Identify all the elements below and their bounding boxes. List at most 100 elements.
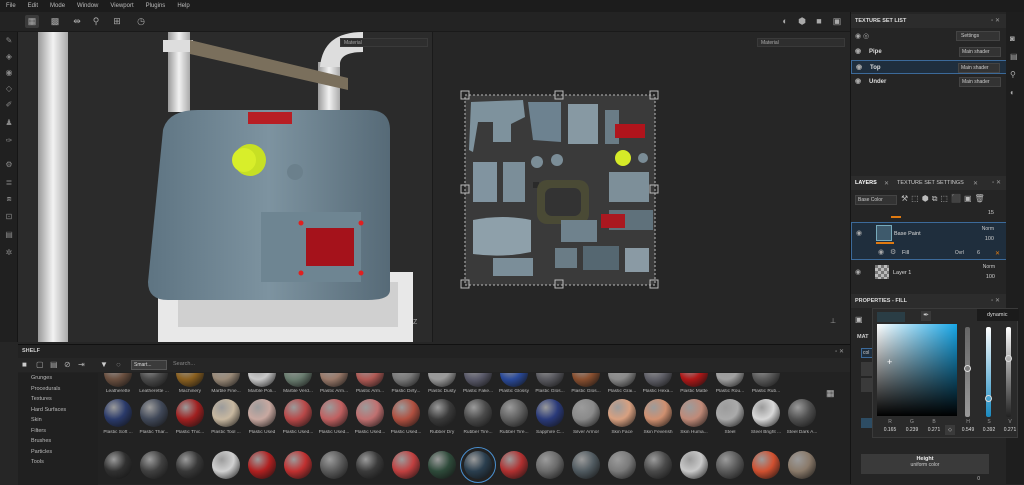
menu-mode[interactable]: Mode <box>50 3 65 9</box>
brush-icon[interactable]: ✎ <box>4 36 14 46</box>
eye-icon[interactable]: ◉ <box>855 268 861 276</box>
material-thumbnail[interactable] <box>356 451 384 479</box>
effect-opacity[interactable]: 6 <box>977 250 980 256</box>
material-thumbnail[interactable] <box>356 373 384 387</box>
eye-icon[interactable]: ◉ <box>856 61 862 75</box>
eye-icon[interactable]: ◉ <box>856 229 862 237</box>
height-channel-box[interactable]: Height uniform color <box>861 454 989 474</box>
material-thumbnail[interactable] <box>428 399 456 427</box>
eye-icon[interactable]: ◉ <box>855 45 861 59</box>
material-thumbnail[interactable] <box>716 373 744 387</box>
properties-close-icon[interactable]: ▫ ✕ <box>991 297 1000 304</box>
material-thumbnail[interactable] <box>680 451 708 479</box>
g-value[interactable]: 0.239 <box>901 427 923 433</box>
category-hard-surfaces[interactable]: Hard Surfaces <box>18 405 98 416</box>
material-thumbnail[interactable] <box>644 399 672 427</box>
b-value[interactable]: 0.271 <box>923 427 945 433</box>
blend-mode[interactable]: Norm <box>982 226 994 232</box>
new-icon[interactable]: ▢ <box>36 360 44 369</box>
material-thumbnail[interactable] <box>536 451 564 479</box>
folder-icon[interactable]: ■ <box>22 360 27 369</box>
hue-handle[interactable] <box>964 365 971 372</box>
material-thumbnail[interactable] <box>428 373 456 387</box>
material-thumbnail[interactable] <box>176 399 204 427</box>
camera-icon[interactable]: ■ <box>812 15 826 28</box>
material-thumbnail[interactable] <box>464 373 492 387</box>
material-thumbnail[interactable] <box>320 373 348 387</box>
tab-settings-close-icon[interactable]: ✕ <box>973 180 978 187</box>
eye-icon[interactable]: ◉ <box>878 248 884 256</box>
display-icon[interactable]: ▤ <box>4 230 14 240</box>
shader-dropdown[interactable]: Main shader <box>959 47 1001 57</box>
export-icon[interactable]: ⊡ <box>4 212 14 222</box>
material-thumbnail[interactable] <box>752 399 780 427</box>
layer-opacity[interactable]: 100 <box>985 236 994 242</box>
material-thumbnail[interactable] <box>284 451 312 479</box>
filter-icon[interactable]: ▼ <box>100 360 108 369</box>
material-thumbnail[interactable] <box>608 451 636 479</box>
category-particles[interactable]: Particles <box>18 447 98 458</box>
category-brushes[interactable]: Brushes <box>18 436 98 447</box>
viewport-3d[interactable]: Z Material <box>18 32 432 342</box>
grid-alt-icon[interactable]: ▩ <box>48 15 62 28</box>
category-filters[interactable]: Filters <box>18 426 98 437</box>
shader-dropdown[interactable]: Main shader <box>958 63 1000 73</box>
material-thumbnail[interactable] <box>212 451 240 479</box>
picker-mode-icon[interactable]: ◇ <box>945 425 955 435</box>
material-thumbnail[interactable] <box>392 399 420 427</box>
material-thumbnail[interactable] <box>644 373 672 387</box>
polygon-fill-icon[interactable]: ◇ <box>4 84 14 94</box>
viewport-2d-mode-dropdown[interactable]: Material <box>757 38 845 47</box>
material-thumbnail[interactable] <box>140 373 168 387</box>
material-thumbnail[interactable] <box>644 451 672 479</box>
layers-icon[interactable]: ≣ <box>4 178 14 188</box>
material-thumbnail[interactable] <box>680 373 708 387</box>
hide-icon[interactable]: ⊘ <box>64 360 71 369</box>
saturation-value-area[interactable] <box>877 324 957 416</box>
bake-icon[interactable]: ⧈ <box>4 194 14 204</box>
picker-icon[interactable]: ✑ <box>4 136 14 146</box>
clone-icon[interactable]: ♟ <box>4 118 14 128</box>
material-thumbnail[interactable] <box>572 373 600 387</box>
transform-icon[interactable]: ⚲ <box>89 15 103 28</box>
material-thumbnail[interactable] <box>176 451 204 479</box>
r-value[interactable]: 0.165 <box>879 427 901 433</box>
value-handle[interactable] <box>1005 355 1012 362</box>
material-thumbnail[interactable] <box>284 399 312 427</box>
layer-base-paint[interactable]: ◉ Base Paint Norm 100 ◉ ⚙ Fill Ovrl 6 ✕ <box>851 222 1007 260</box>
blend-mode[interactable]: Ovrl <box>955 250 964 256</box>
material-thumbnail[interactable] <box>356 399 384 427</box>
material-thumbnail[interactable] <box>608 373 636 387</box>
material-thumbnail[interactable] <box>104 373 132 387</box>
picker-cursor[interactable]: + <box>887 357 892 367</box>
texture-set-top[interactable]: ◉ Top Main shader <box>851 60 1007 74</box>
category-textures[interactable]: Textures <box>18 394 98 405</box>
fill-mode-icon[interactable]: ▣ <box>855 315 863 324</box>
saturation-slider[interactable] <box>986 327 991 417</box>
settings-dropdown[interactable]: Settings <box>956 31 1000 41</box>
menu-file[interactable]: File <box>6 3 16 9</box>
material-thumbnail[interactable] <box>248 399 276 427</box>
texture-set-under[interactable]: ◉ Under Main shader <box>851 75 1007 89</box>
material-thumbnail[interactable] <box>140 451 168 479</box>
eraser-icon[interactable]: ◈ <box>4 52 14 62</box>
material-thumbnail[interactable] <box>464 399 492 427</box>
material-thumbnail[interactable] <box>212 399 240 427</box>
material-thumbnail[interactable] <box>140 399 168 427</box>
clock-icon[interactable]: ◷ <box>134 15 148 28</box>
material-thumbnail[interactable] <box>500 373 528 387</box>
material-thumbnail[interactable] <box>248 373 276 387</box>
material-thumbnail[interactable] <box>500 451 528 479</box>
v-value[interactable]: 0.271 <box>999 427 1021 433</box>
grid-view-icon[interactable]: ▦ <box>25 15 39 28</box>
h-value[interactable]: 0.549 <box>957 427 979 433</box>
category-procedurals[interactable]: Procedurals <box>18 384 98 395</box>
value-slider[interactable] <box>1006 327 1011 417</box>
material-thumbnail[interactable] <box>572 399 600 427</box>
material-thumbnail[interactable] <box>716 399 744 427</box>
layer-1[interactable]: ◉ Layer 1 Norm 100 <box>851 262 1007 284</box>
list-icon[interactable]: ▤ <box>50 360 58 369</box>
material-thumbnail[interactable] <box>752 451 780 479</box>
display-settings-icon[interactable]: ▤ <box>1010 52 1018 61</box>
material-thumbnail[interactable] <box>392 373 420 387</box>
